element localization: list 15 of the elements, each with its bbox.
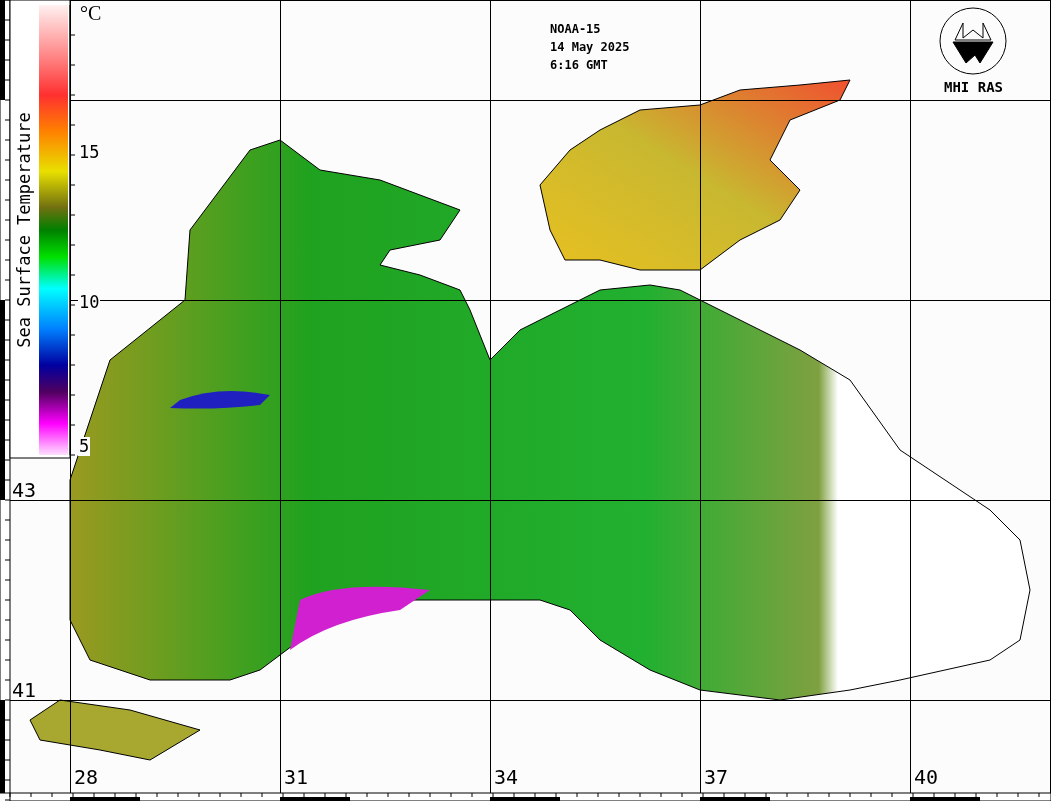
- longitude-label: 40: [914, 765, 939, 789]
- color-scale-title: Sea Surface Temperature: [14, 112, 34, 348]
- mhi-logo-icon: [939, 7, 1007, 75]
- pass-info-text: 14 May 2025: [550, 40, 630, 54]
- pass-info-text: NOAA-15: [550, 22, 602, 36]
- latitude-label: 41: [12, 678, 37, 702]
- longitude-label: 28: [74, 765, 99, 789]
- longitude-label: 37: [704, 765, 729, 789]
- unit-label: °C: [80, 2, 102, 25]
- pass-info-text: 6:16 GMT: [550, 58, 609, 72]
- logo-text: MHI RAS: [944, 79, 1003, 95]
- latitude-label: 43: [12, 478, 37, 502]
- longitude-label: 34: [494, 765, 519, 789]
- color-scale-tick-label: 5: [78, 437, 91, 456]
- longitude-label: 31: [284, 765, 309, 789]
